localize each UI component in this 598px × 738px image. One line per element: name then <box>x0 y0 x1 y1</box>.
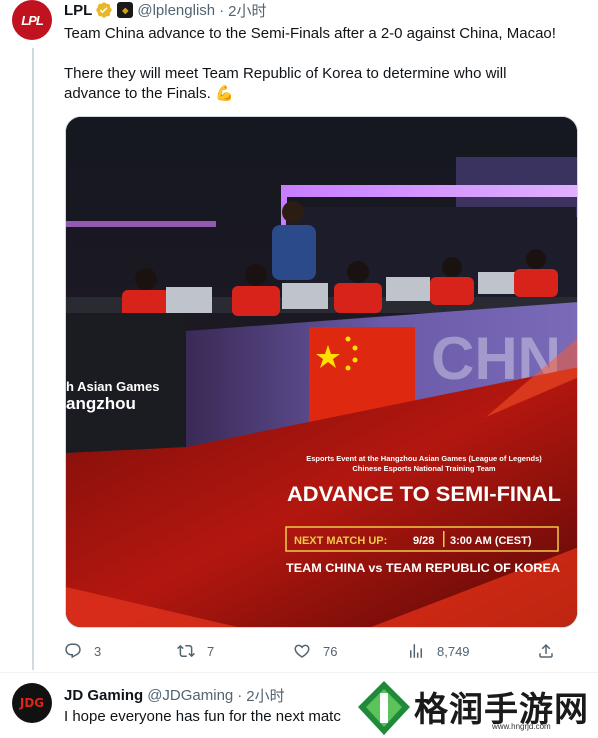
matchup-text: TEAM CHINA vs TEAM REPUBLIC OF KOREA <box>286 563 560 575</box>
timestamp[interactable]: 2小时 <box>228 0 266 21</box>
retweet-button[interactable]: 7 <box>177 642 293 660</box>
handle[interactable]: @lplenglish <box>137 2 215 19</box>
match-time: 3:00 AM (CEST) <box>450 535 532 547</box>
separator-dot: · <box>219 1 225 19</box>
tweet-text-paragraph2: There they will meet Team Republic of Ko… <box>64 64 584 104</box>
flexed-bicep-icon: 💪 <box>214 85 234 102</box>
retweet-icon <box>177 644 195 658</box>
retweet-count: 7 <box>207 643 215 659</box>
views-count: 8,749 <box>437 643 470 659</box>
reply-button[interactable]: 3 <box>64 642 177 660</box>
views-chart-icon <box>410 644 422 658</box>
like-button[interactable]: 76 <box>293 642 407 660</box>
venue-text-2: angzhou <box>66 394 136 413</box>
watermark-url: www.hngrjd.com <box>492 722 551 731</box>
jdg-logo: JDG <box>19 696 45 710</box>
watermark-logo-icon <box>358 681 410 735</box>
tweet-text-line1: Team China advance to the Semi-Finals af… <box>64 25 556 42</box>
watermark: 格润手游网 www.hngrjd.com <box>352 678 598 738</box>
handle[interactable]: @JDGaming <box>147 687 233 704</box>
verified-badge-icon[interactable] <box>95 1 113 19</box>
tweet-lpl[interactable]: LPL LPL ◆ @lplenglish · 2小时 Team China a… <box>0 0 598 672</box>
tweet-image[interactable]: h Asian Games angzhou CHN Esports Event … <box>65 116 578 628</box>
next-match-label: NEXT MATCH UP: <box>294 535 387 547</box>
lpl-logo: LPL <box>21 12 44 28</box>
share-button[interactable] <box>537 642 555 660</box>
timestamp[interactable]: 2小时 <box>246 685 284 706</box>
match-date: 9/28 <box>413 535 434 547</box>
display-name[interactable]: JD Gaming <box>64 687 143 704</box>
tweet-header: JD Gaming @JDGaming · 2小时 <box>64 685 285 705</box>
tweet-text-line2a: There they will meet Team Republic of Ko… <box>64 65 507 82</box>
avatar[interactable]: JDG <box>12 683 52 723</box>
separator-dot: · <box>237 686 243 704</box>
event-line-2: Chinese Esports National Training Team <box>352 464 496 473</box>
action-bar: 3 7 76 8,749 <box>64 640 584 662</box>
share-icon <box>539 643 553 658</box>
reply-count: 3 <box>94 643 102 659</box>
tweet-text-line2b: advance to the Finals. <box>64 85 211 102</box>
headline: ADVANCE TO SEMI-FINAL <box>287 483 561 506</box>
views-button[interactable]: 8,749 <box>407 642 537 660</box>
affiliate-badge-icon[interactable]: ◆ <box>117 2 134 18</box>
tweet-image-graphic: h Asian Games angzhou CHN Esports Event … <box>66 117 577 627</box>
reply-icon <box>65 643 81 659</box>
venue-text-1: h Asian Games <box>66 379 159 394</box>
avatar[interactable]: LPL <box>12 0 52 40</box>
event-line-1: Esports Event at the Hangzhou Asian Game… <box>306 454 542 463</box>
like-count: 76 <box>323 643 338 659</box>
tweet-header: LPL ◆ @lplenglish · 2小时 <box>64 0 266 20</box>
display-name[interactable]: LPL <box>64 2 92 19</box>
heart-icon <box>294 644 310 658</box>
